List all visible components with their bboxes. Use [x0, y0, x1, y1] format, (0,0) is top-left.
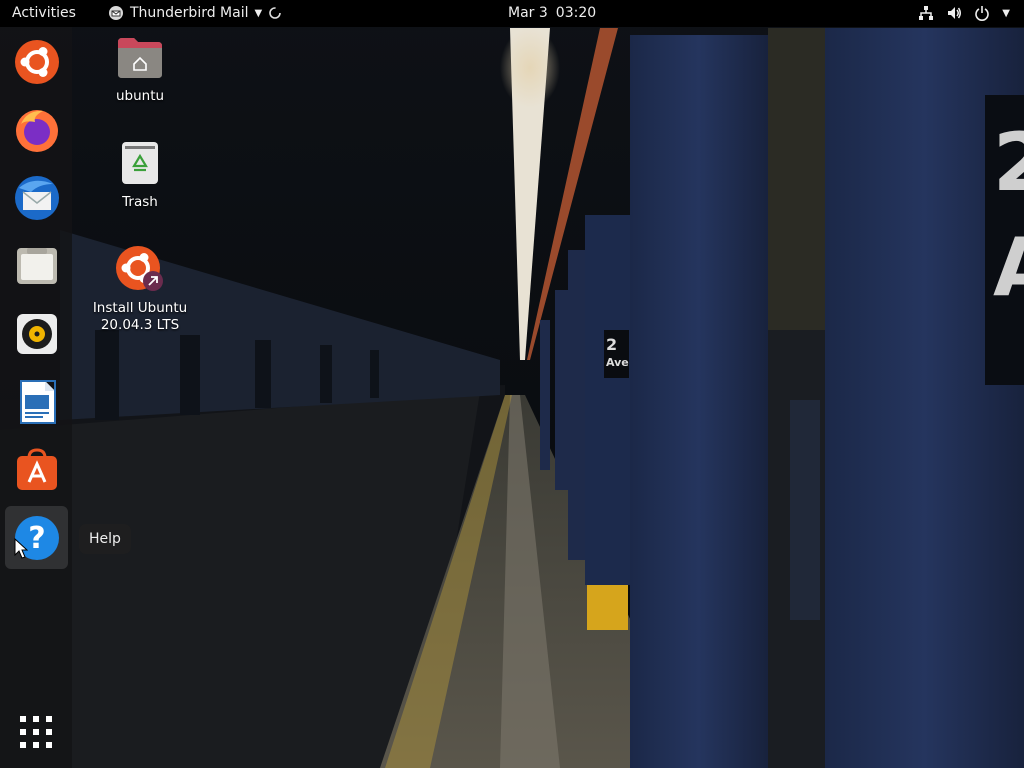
app-grid-icon[interactable] — [19, 715, 53, 749]
clock-date: Mar 3 — [508, 5, 548, 21]
app-menu-caret-icon: ▼ — [254, 7, 263, 19]
dock-item-thunderbird[interactable] — [5, 166, 68, 229]
thunderbird-small-icon — [109, 6, 123, 20]
software-icon — [16, 447, 57, 490]
svg-text:?: ? — [28, 521, 45, 556]
system-menu-caret-icon: ▼ — [1002, 7, 1010, 19]
top-bar: Activities Thunderbird Mail ▼ Mar 3 03:2… — [0, 0, 1024, 27]
svg-text:A: A — [993, 221, 1024, 314]
power-icon — [975, 6, 990, 21]
install-label-line1: Install Ubuntu — [92, 300, 188, 316]
app-menu[interactable]: Thunderbird Mail ▼ — [108, 5, 282, 21]
volume-icon — [948, 7, 962, 19]
dock-item-ubuntu[interactable] — [5, 30, 68, 93]
svg-text:Ave: Ave — [606, 356, 629, 369]
svg-text:2: 2 — [606, 335, 617, 354]
desktop-icon-label: Install Ubuntu 20.04.3 LTS — [92, 300, 188, 334]
desktop-wallpaper: 2 Ave 2 A — [0, 0, 1024, 768]
loading-spinner-icon — [269, 7, 282, 19]
dock: ? — [0, 27, 72, 768]
trash-icon — [122, 142, 158, 184]
desktop-icon-label: ubuntu — [115, 88, 165, 104]
dock-item-writer[interactable] — [5, 370, 68, 433]
dock-item-rhythmbox[interactable] — [5, 302, 68, 365]
app-menu-label: Thunderbird Mail — [130, 5, 249, 21]
thunderbird-icon — [14, 175, 59, 220]
svg-text:2: 2 — [993, 116, 1024, 209]
files-icon — [16, 247, 57, 284]
desktop-icon-label: Trash — [122, 194, 158, 210]
desktop-icon-home[interactable]: ubuntu — [92, 36, 188, 105]
installer-icon — [116, 246, 163, 291]
desktop-icon-trash[interactable]: Trash — [92, 140, 188, 211]
dock-item-ubuntu-software[interactable] — [5, 438, 68, 501]
clock-time: 03:20 — [555, 5, 597, 21]
firefox-icon — [15, 109, 58, 152]
ubuntu-logo-icon — [14, 39, 59, 84]
dock-item-files[interactable] — [5, 234, 68, 297]
system-menu[interactable]: ▼ — [918, 5, 1010, 21]
network-icon — [919, 6, 934, 20]
activities-button[interactable]: Activities — [12, 5, 76, 21]
mouse-cursor-icon — [14, 538, 28, 559]
dock-tooltip: Help — [79, 524, 131, 554]
rhythmbox-icon — [16, 313, 57, 354]
desktop-icon-install-ubuntu[interactable]: Install Ubuntu 20.04.3 LTS — [92, 244, 188, 334]
clock[interactable]: Mar 3 03:20 — [508, 5, 596, 21]
writer-icon — [19, 379, 56, 424]
install-label-line2: 20.04.3 LTS — [100, 317, 180, 333]
home-folder-icon — [118, 38, 162, 78]
dock-item-firefox[interactable] — [5, 98, 68, 161]
